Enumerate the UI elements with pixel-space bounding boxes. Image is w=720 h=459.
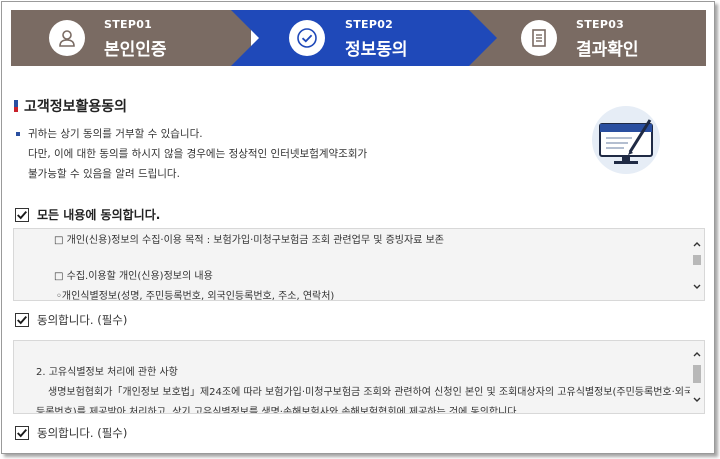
step-progress-bar: STEP01 본인인증 STEP02 정보동의 STEP03 결과확인 bbox=[11, 10, 706, 66]
agree-1-label: 동의합니다. (필수) bbox=[37, 313, 128, 327]
checkmark-icon bbox=[17, 428, 27, 438]
check-circle-icon bbox=[289, 20, 325, 56]
consent-notice: 귀하는 상기 동의를 거부할 수 있습니다. 다만, 이에 대한 동의를 하시지… bbox=[16, 124, 367, 184]
terms-1-scroll-thumb[interactable] bbox=[693, 255, 701, 265]
terms-2-line-2: 생명보험협회가「개인정보 보호법」제24조에 따라 보험가입·미청구보험금 조회… bbox=[48, 387, 703, 398]
step-1: STEP01 본인인증 bbox=[11, 10, 251, 66]
person-icon bbox=[49, 20, 85, 56]
scroll-down-icon[interactable] bbox=[692, 395, 702, 405]
agree-2-checkbox[interactable] bbox=[15, 426, 29, 440]
step-3: STEP03 결과확인 bbox=[469, 10, 706, 66]
terms-1-line-1: □ 개인(신용)정보의 수집·이용 목적 : 보험가입·미청구보험금 조회 관련… bbox=[54, 235, 444, 246]
terms-2-scrollbar[interactable] bbox=[690, 341, 704, 413]
terms-1-scrollbar[interactable] bbox=[690, 229, 704, 300]
notice-line-1: 귀하는 상기 동의를 거부할 수 있습니다. bbox=[28, 128, 203, 140]
scroll-up-icon[interactable] bbox=[692, 349, 702, 359]
step-2: STEP02 정보동의 bbox=[231, 10, 499, 66]
checkmark-icon bbox=[17, 210, 27, 219]
computer-illustration-icon bbox=[592, 106, 660, 174]
bullet-icon bbox=[16, 132, 20, 136]
step-3-label: 결과확인 bbox=[576, 40, 639, 60]
agree-all-row[interactable]: 모든 내용에 동의합니다. bbox=[15, 206, 160, 223]
terms-2-line-3: 등록번호)를 제공받아 처리하고, 상기 고유식별정보를 생명·손해보험사와 손… bbox=[36, 407, 520, 414]
terms-1-line-2: □ 수집.이용할 개인(신용)정보의 내용 bbox=[54, 271, 213, 282]
scroll-up-icon[interactable] bbox=[692, 239, 702, 249]
agree-2-row[interactable]: 동의합니다. (필수) bbox=[15, 425, 127, 441]
step-2-label: 정보동의 bbox=[345, 40, 408, 60]
section-marker-icon bbox=[14, 100, 18, 112]
step-2-number: STEP02 bbox=[345, 18, 394, 31]
agree-all-label: 모든 내용에 동의합니다. bbox=[37, 208, 161, 222]
agree-all-checkbox[interactable] bbox=[15, 207, 29, 222]
notice-line-3: 불가능할 수 있음을 알려 드립니다. bbox=[28, 168, 180, 180]
terms-2-scroll-thumb[interactable] bbox=[693, 365, 701, 383]
step-3-number: STEP03 bbox=[576, 18, 625, 31]
terms-1-line-3: ◦개인식별정보(성명, 주민등록번호, 외국인등록번호, 주소, 연락처) bbox=[56, 291, 335, 301]
terms-2-line-1: 2. 고유식별정보 처리에 관한 사항 bbox=[36, 367, 178, 378]
step-1-number: STEP01 bbox=[104, 18, 153, 31]
agree-1-row[interactable]: 동의합니다. (필수) bbox=[15, 312, 127, 328]
agree-2-label: 동의합니다. (필수) bbox=[37, 426, 128, 440]
notice-line-2: 다만, 이에 대한 동의를 하시지 않을 경우에는 정상적인 인터넷보험계약조회… bbox=[28, 148, 368, 160]
scroll-down-icon[interactable] bbox=[692, 282, 702, 292]
consent-window: STEP01 본인인증 STEP02 정보동의 STEP03 결과확인 고객정보… bbox=[1, 1, 715, 454]
agree-1-checkbox[interactable] bbox=[15, 313, 29, 327]
checkmark-icon bbox=[17, 315, 27, 325]
terms-box-2[interactable]: 2. 고유식별정보 처리에 관한 사항 생명보험협회가「개인정보 보호법」제24… bbox=[13, 340, 705, 414]
section-title: 고객정보활용동의 bbox=[14, 96, 127, 116]
step-1-label: 본인인증 bbox=[104, 40, 167, 60]
document-icon bbox=[521, 20, 557, 56]
section-title-text: 고객정보활용동의 bbox=[24, 99, 128, 115]
terms-box-1[interactable]: □ 개인(신용)정보의 수집·이용 목적 : 보험가입·미청구보험금 조회 관련… bbox=[13, 228, 705, 301]
